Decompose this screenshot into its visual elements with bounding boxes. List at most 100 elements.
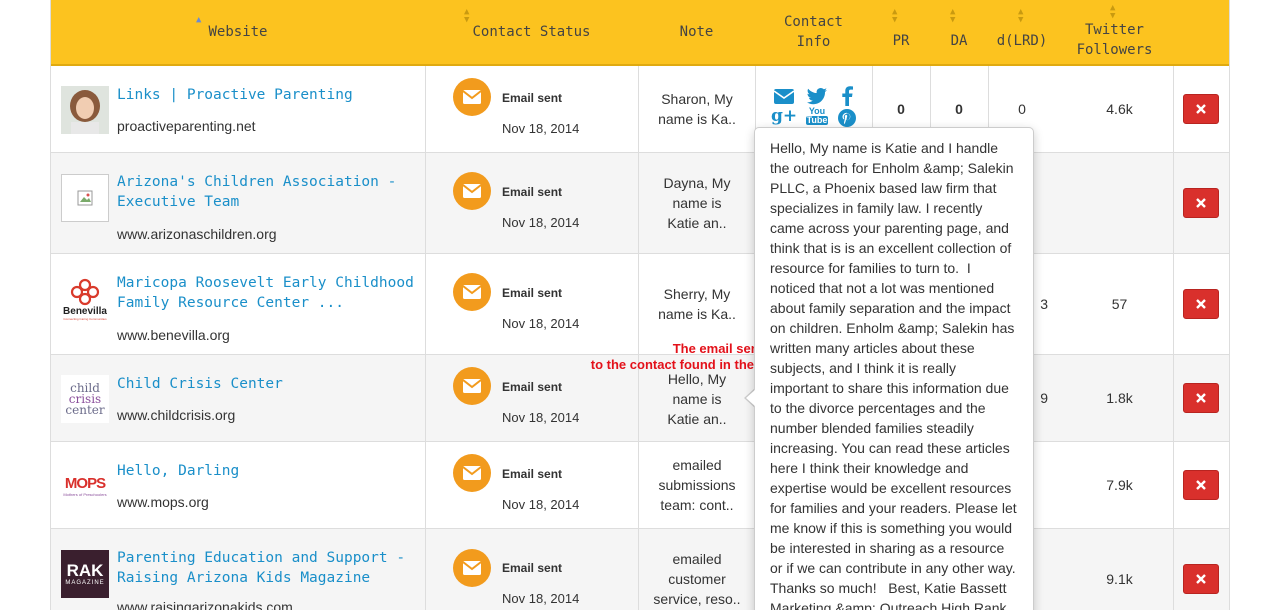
status-label: Email sent [502, 91, 563, 105]
note-popover: Hello, My name is Katie and I handle the… [754, 127, 1034, 610]
twitter-value: 7.9k [1106, 477, 1133, 493]
da-value: 0 [955, 101, 963, 117]
status-label: Email sent [502, 467, 563, 481]
annotation-line: The email sent [672, 341, 763, 356]
site-thumbnail [61, 174, 109, 222]
sort-icon[interactable]: ▲ ▼ [1110, 4, 1115, 21]
twitter-value: 4.6k [1106, 101, 1133, 117]
site-title-link[interactable]: Arizona's Children Association - Executi… [117, 172, 417, 212]
site-thumbnail [61, 86, 109, 134]
site-url: www.raisingarizonakids.com [117, 599, 293, 610]
site-thumbnail: child crisis center [61, 375, 109, 423]
table-row[interactable]: Arizona's Children Association - Executi… [51, 153, 1229, 254]
note-cell[interactable]: Sharon, My name is Ka.. [639, 89, 755, 129]
facebook-icon[interactable] [836, 86, 858, 106]
site-title-link[interactable]: Parenting Education and Support - Raisin… [117, 548, 417, 588]
table-row[interactable]: MOPS Mothers of Preschoolers Hello, Darl… [51, 442, 1229, 529]
delete-button[interactable] [1183, 564, 1219, 594]
annotation-line: to the contact found in the site [590, 357, 780, 372]
lrd-value: 0 [1018, 101, 1026, 117]
email-icon[interactable] [773, 86, 795, 106]
status-label: Email sent [502, 185, 563, 199]
note-cell[interactable]: emailed customer service, reso.. [639, 549, 755, 609]
header-twitter-label: Twitter Followers [1076, 22, 1153, 58]
header-twitter[interactable]: ▲ ▼ Twitter Followers [1056, 0, 1173, 64]
header-contact-info-label: Contact Info [783, 14, 843, 50]
popover-arrow-inner [746, 389, 756, 407]
site-thumbnail: Benevilla Connecting Caring Communities [61, 275, 109, 323]
youtube-icon[interactable]: You Tube [805, 106, 829, 126]
delete-button[interactable] [1183, 383, 1219, 413]
delete-button[interactable] [1183, 188, 1219, 218]
delete-button[interactable] [1183, 94, 1219, 124]
status-date: Nov 18, 2014 [502, 215, 580, 230]
note-cell[interactable]: Dayna, My name is Katie an.. [639, 173, 755, 233]
sort-icon[interactable]: ▲ ▼ [1018, 8, 1023, 25]
pinterest-icon[interactable] [836, 108, 858, 128]
header-pr-label: PR [892, 33, 910, 49]
sort-asc-icon[interactable]: ▲ [196, 16, 201, 25]
table-header: ▲ Website ▲ ▼ Contact Status Note Contact… [51, 0, 1229, 66]
site-url: www.benevilla.org [117, 327, 230, 343]
close-icon [1196, 104, 1206, 114]
table-row[interactable]: RAK MAGAZINE Parenting Education and Sup… [51, 529, 1229, 610]
email-sent-annotation: The email sent to the contact found in t… [560, 341, 780, 373]
header-note-label: Note [679, 24, 714, 40]
email-status-icon[interactable] [453, 549, 491, 587]
rak-tagline: MAGAZINE [65, 579, 105, 586]
delete-button[interactable] [1183, 289, 1219, 319]
person-photo-icon [61, 86, 109, 134]
google-plus-icon[interactable]: g+ [771, 106, 797, 126]
site-title-link[interactable]: Child Crisis Center [117, 374, 417, 394]
twitter-icon[interactable] [806, 86, 828, 106]
email-status-icon[interactable] [453, 367, 491, 405]
status-date: Nov 18, 2014 [502, 121, 580, 136]
header-pr[interactable]: ▲ ▼ PR [872, 0, 930, 64]
close-icon [1196, 574, 1206, 584]
twitter-value: 57 [1111, 296, 1128, 312]
broken-image-icon [77, 190, 93, 206]
email-status-icon[interactable] [453, 172, 491, 210]
header-website[interactable]: ▲ Website [51, 0, 425, 64]
benevilla-tagline: Connecting Caring Communities [63, 316, 107, 321]
outreach-table: ▲ Website ▲ ▼ Contact Status Note Contact… [50, 0, 1230, 610]
table-row[interactable]: Benevilla Connecting Caring Communities … [51, 254, 1229, 355]
site-url: www.mops.org [117, 494, 209, 510]
status-date: Nov 18, 2014 [502, 591, 580, 606]
header-dlrd-label: d(LRD) [996, 33, 1048, 49]
note-cell[interactable]: emailed submissions team: cont.. [639, 455, 755, 515]
header-note[interactable]: Note [638, 0, 755, 64]
delete-button[interactable] [1183, 470, 1219, 500]
benevilla-flower-icon [70, 278, 100, 305]
header-dlrd[interactable]: ▲ ▼ d(LRD) [988, 0, 1056, 64]
pr-value: 0 [897, 101, 905, 117]
site-title-link[interactable]: Maricopa Roosevelt Early Childhood Famil… [117, 273, 417, 313]
note-cell[interactable]: Sherry, My name is Ka.. [639, 284, 755, 324]
status-label: Email sent [502, 561, 563, 575]
header-contact-info[interactable]: Contact Info [755, 0, 872, 64]
header-contact-status-label: Contact Status [472, 24, 591, 40]
mops-wordmark: MOPS [64, 474, 106, 492]
close-icon [1196, 198, 1206, 208]
header-contact-status[interactable]: ▲ ▼ Contact Status [425, 0, 638, 64]
sort-icon[interactable]: ▲ ▼ [950, 8, 955, 25]
header-da[interactable]: ▲ ▼ DA [930, 0, 988, 64]
status-label: Email sent [502, 286, 563, 300]
close-icon [1196, 480, 1206, 490]
email-status-icon[interactable] [453, 78, 491, 116]
email-status-icon[interactable] [453, 273, 491, 311]
site-title-link[interactable]: Hello, Darling [117, 461, 417, 481]
site-title-link[interactable]: Links | Proactive Parenting [117, 85, 417, 105]
site-thumbnail: MOPS Mothers of Preschoolers [61, 462, 109, 510]
benevilla-wordmark: Benevilla [63, 305, 107, 317]
status-date: Nov 18, 2014 [502, 316, 580, 331]
sort-icon[interactable]: ▲ ▼ [464, 8, 469, 25]
header-website-label: Website [208, 24, 268, 40]
mops-tagline: Mothers of Preschoolers [63, 491, 107, 497]
table-row[interactable]: Links | Proactive Parenting proactivepar… [51, 66, 1229, 153]
sort-icon[interactable]: ▲ ▼ [892, 8, 897, 25]
rak-wordmark: RAK [66, 560, 104, 580]
close-icon [1196, 393, 1206, 403]
email-status-icon[interactable] [453, 454, 491, 492]
note-cell[interactable]: Hello, My name is Katie an.. [639, 369, 755, 429]
